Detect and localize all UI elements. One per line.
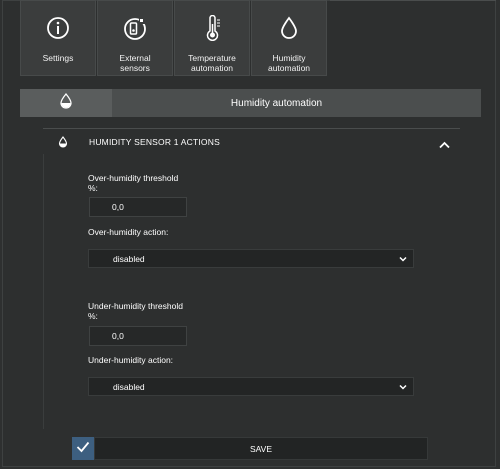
tab-external-sensors[interactable]: External sensors [97,0,173,76]
section-header: Humidity automation [20,89,481,117]
under-humidity-action-value: disabled [113,381,145,392]
over-humidity-threshold-input[interactable] [89,197,187,217]
under-humidity-threshold-input[interactable] [89,326,187,346]
over-humidity-action-value: disabled [113,253,145,264]
tab-temperature-automation-label: Temperature automation [188,53,236,73]
confirm-checkbox[interactable] [72,437,94,460]
over-humidity-threshold-label: Over-humidity threshold %: [88,173,179,193]
chevron-down-icon [399,256,407,262]
droplet-icon [276,15,302,41]
under-humidity-action-label: Under-humidity action: [88,355,174,365]
over-humidity-action-select[interactable]: disabled [88,249,414,268]
droplet-icon [58,135,70,149]
tab-humidity-automation[interactable]: Humidity automation [251,0,327,76]
panel-side-border [43,154,44,429]
save-button[interactable]: SAVE [94,437,428,460]
tab-external-sensors-label: External sensors [119,53,151,73]
tab-settings[interactable]: Settings [20,0,96,76]
tab-settings-label: Settings [42,53,74,63]
save-row: SAVE [72,437,428,460]
droplet-icon [59,92,73,114]
section-icon-box [20,89,112,117]
accordion-title: HUMIDITY SENSOR 1 ACTIONS [89,136,220,147]
chevron-down-icon [399,384,407,390]
thermometer-icon [199,15,225,41]
section-title: Humidity automation [230,97,323,109]
over-humidity-action-label: Over-humidity action: [88,227,169,237]
checkmark-icon [76,440,90,458]
under-humidity-threshold-label: Under-humidity threshold %: [88,301,183,321]
under-humidity-action-select[interactable]: disabled [88,377,414,396]
tab-bar: Settings External sensors Temperature au… [20,0,328,76]
top-divider [330,0,496,1]
tab-temperature-automation[interactable]: Temperature automation [174,0,250,76]
chevron-up-icon[interactable] [439,136,450,154]
info-icon [45,15,71,41]
tab-humidity-automation-label: Humidity automation [267,53,311,73]
accordion-header[interactable]: HUMIDITY SENSOR 1 ACTIONS [43,129,460,154]
sensor-icon [122,15,148,41]
